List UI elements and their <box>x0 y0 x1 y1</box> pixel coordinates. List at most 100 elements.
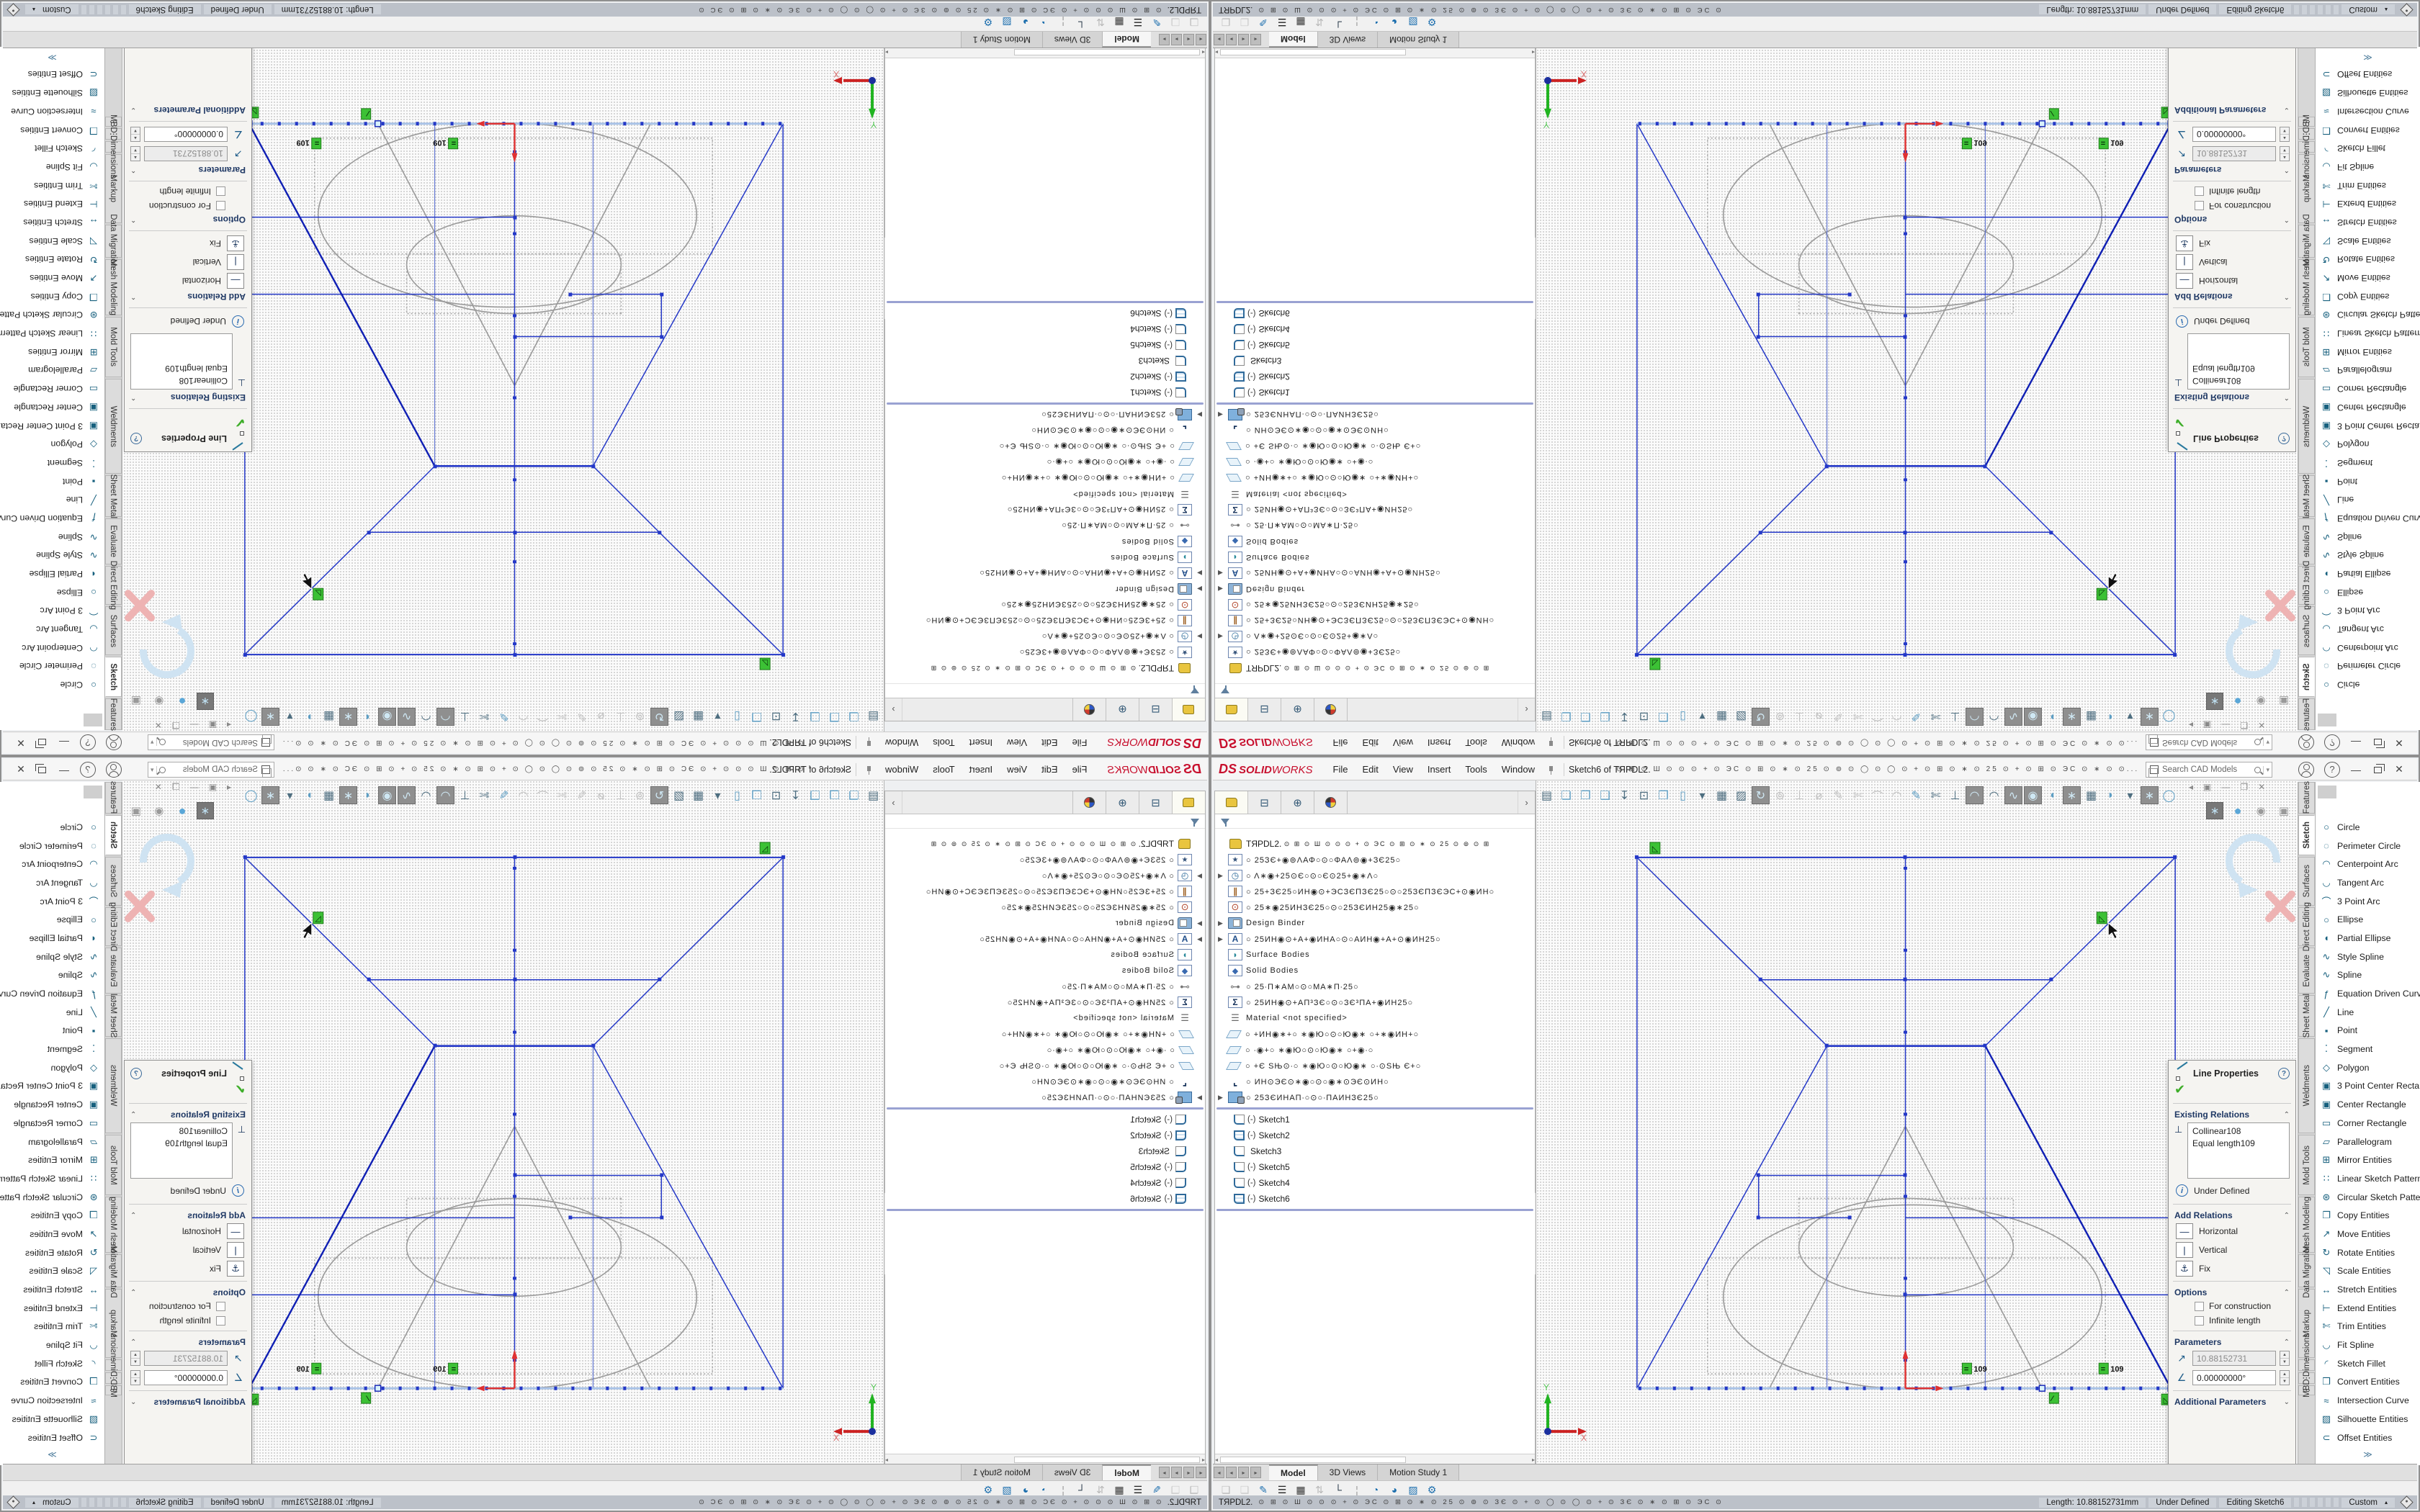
ellipse-small[interactable] <box>407 1198 622 1296</box>
pin-icon[interactable] <box>865 739 874 747</box>
bottom-toolbar-icon[interactable]: ⇅ <box>1312 1484 1327 1496</box>
tree-root-item[interactable]: ▶ TЯPDL2. ⊙ ⊞ ⊙ Ш ⊙ ⊙ ⊙ + ⊙ ЭС ⊙ ⊞ ⊙ ∗ ⊙… <box>885 660 1205 676</box>
tree-item[interactable]: ▶ ○ ИН⊙ЭЄ⊙∗◉○⊙○◉∗⊙ЭЄ⊙ИН○ <box>1215 1074 1535 1089</box>
command-tab[interactable]: MBD Dimensions <box>105 1359 122 1371</box>
tab-nav-button[interactable]: ◂ <box>1214 1467 1224 1478</box>
sketch-tool-item[interactable]: ⌒ 3 Point Arc <box>2316 892 2420 911</box>
sketch-tool-item[interactable]: ◹ Scale Entities <box>0 1262 104 1281</box>
sketch-tool-item[interactable]: ◠ Centerpoint Arc <box>2316 855 2420 873</box>
bottom-toolbar-icon[interactable]: ✎ <box>1150 1484 1164 1496</box>
parameters-header[interactable]: Parameters⌃ <box>125 163 251 178</box>
tree-sketch-item[interactable]: (-) Sketch2 <box>1215 1128 1535 1143</box>
tab-appearances[interactable] <box>1072 698 1106 721</box>
sketch-tool-item[interactable]: ◖ Partial Ellipse <box>0 564 104 583</box>
angle-spinner[interactable]: ▲▼ <box>130 127 140 142</box>
tree-item[interactable]: ▶ Design Binder <box>1215 581 1535 597</box>
sketch-tool-item[interactable]: ↔ Stretch Entities <box>2316 213 2420 232</box>
menu-item[interactable]: View <box>1000 764 1034 775</box>
tree-root-item[interactable]: ▶ TЯPDL2. ⊙ ⊞ ⊙ Ш ⊙ ⊙ ⊙ + ⊙ ЭС ⊙ ⊞ ⊙ ∗ ⊙… <box>885 836 1205 852</box>
scrollbar-thumb[interactable] <box>1014 50 1200 56</box>
tree-root-item[interactable]: ▶ TЯPDL2. ⊙ ⊞ ⊙ Ш ⊙ ⊙ ⊙ + ⊙ ЭС ⊙ ⊞ ⊙ ∗ ⊙… <box>1215 836 1535 852</box>
sketch-tool-item[interactable]: ╱ Line <box>2316 1003 2420 1022</box>
tab-nav-button[interactable]: ▸ <box>1159 34 1170 45</box>
bottom-toolbar-icon[interactable]: └ <box>1075 17 1089 28</box>
tab-feature-tree[interactable] <box>1172 698 1205 721</box>
tree-item[interactable]: ▶ ○ 25+ЗЄ25○ИН◉⊙+ЭСЗЄПЗЄ25○⊙○25ЗЄПЗЄЭС+⊙… <box>1215 613 1535 629</box>
scroll-left-icon[interactable]: ◂ <box>1202 1457 1205 1463</box>
tree-item[interactable]: ▶ Material <not specified> <box>885 1010 1205 1026</box>
sketch-tool-item[interactable]: ◇ Polygon <box>2316 435 2420 454</box>
angle-field[interactable]: 0.00000000° <box>144 127 228 142</box>
command-tab[interactable]: Surfaces <box>2298 857 2315 906</box>
sketch-tool-item[interactable]: ◖ Partial Ellipse <box>0 929 104 948</box>
help-icon[interactable]: ? <box>2324 762 2340 778</box>
cancel-sketch-icon[interactable] <box>128 593 151 618</box>
scroll-right-icon[interactable]: ▸ <box>1532 50 1535 56</box>
menu-item[interactable]: Edit <box>1355 764 1385 775</box>
additional-parameters-header[interactable]: Additional Parameters⌄ <box>125 1394 251 1408</box>
triangle-right-edge[interactable] <box>378 1127 515 1389</box>
sketch-tool-item[interactable]: ∿ Style Spline <box>2316 948 2420 966</box>
search-icon[interactable] <box>159 739 166 746</box>
document-tab[interactable]: Model <box>1102 32 1151 48</box>
sketch-tool-item[interactable]: ⌒ 3 Point Arc <box>0 892 104 911</box>
relation-badge-right[interactable]: ◺ <box>313 588 323 600</box>
command-tab[interactable]: Mold Tools <box>105 317 122 377</box>
checkbox[interactable] <box>2195 187 2204 197</box>
bottom-toolbar-icon[interactable]: ⚙ <box>1425 17 1439 29</box>
expand-arrow-icon[interactable]: ▶ <box>1192 411 1202 419</box>
tree-horizontal-scrollbar[interactable]: ◂ ▸ <box>1215 1454 1535 1464</box>
status-units-selector[interactable]: Custom▴ <box>2341 1498 2395 1508</box>
exit-sketch-icon[interactable] <box>162 614 182 631</box>
menu-item[interactable]: Tools <box>926 764 962 775</box>
relations-listbox[interactable]: Collinear108Equal length109 <box>2187 1122 2290 1179</box>
relation-badge-collinear-top[interactable]: ◺ <box>1650 842 1660 854</box>
help-icon[interactable]: ? <box>80 735 96 751</box>
sketch-tool-item[interactable]: ƒ Equation Driven Curve <box>0 984 104 1003</box>
sketch-tool-item[interactable]: ◜ Sketch Fillet <box>0 1354 104 1373</box>
sketch-tool-item[interactable]: ƒ Equation Driven Curve <box>2316 509 2420 528</box>
sketch-tool-item[interactable]: ⁚ Segment <box>2316 1040 2420 1058</box>
bottom-toolbar-icon[interactable]: ✎ <box>1256 17 1270 29</box>
more-tools-chevron[interactable]: ≫ <box>2316 53 2420 63</box>
rollback-bar[interactable] <box>1216 402 1533 405</box>
scrollbar-thumb[interactable] <box>1220 50 1406 56</box>
command-tab[interactable]: Evaluate <box>105 948 122 994</box>
tree-item[interactable]: ▶ ○ 25∗◉25ИНЗЄ25○⊙○25ЗЄИН25◉∗25○ <box>1215 597 1535 613</box>
expand-arrow-icon[interactable]: ▶ <box>1218 570 1228 577</box>
tree-item[interactable]: ▶ ○ ∙◉+○ ∗◉Ю○⊙○Ю◉∗ ○+◉∙○ <box>1215 454 1535 470</box>
search-icon[interactable] <box>159 767 166 773</box>
tree-horizontal-scrollbar[interactable]: ◂ ▸ <box>885 1454 1205 1464</box>
sketch-tool-item[interactable]: ◡ Tangent Arc <box>0 873 104 892</box>
sketch-tool-item[interactable]: ∿ Style Spline <box>0 546 104 565</box>
angle-spinner[interactable]: ▲▼ <box>2280 127 2290 142</box>
bottom-toolbar-icon[interactable]: ☰ <box>1275 17 1289 29</box>
document-tab[interactable]: Model <box>1269 1464 1318 1480</box>
tab-nav-button[interactable]: ▸ <box>1238 34 1249 45</box>
sketch-tool-item[interactable]: ╱ Line <box>0 1003 104 1022</box>
tab-nav-button[interactable]: ◂ <box>1183 1467 1194 1478</box>
expand-arrow-icon[interactable]: ▶ <box>1218 1094 1228 1102</box>
triangle-left-edge[interactable] <box>514 124 650 386</box>
document-tab[interactable]: Motion Study 1 <box>1378 32 1459 48</box>
equal-badge-left[interactable]: = 109 <box>433 138 457 149</box>
equal-badge-right[interactable]: = 109 <box>296 138 321 149</box>
left-leg-lower[interactable] <box>1761 980 1827 1046</box>
existing-relations-header[interactable]: Existing Relations⌃ <box>2169 1107 2295 1121</box>
relation-badge-collinear-top[interactable]: ◺ <box>760 658 770 670</box>
sketch-tool-item[interactable]: ∷ Linear Sketch Pattern <box>0 324 104 343</box>
scrollbar-thumb[interactable] <box>1014 1457 1200 1463</box>
sketch-tool-item[interactable]: ◌ Perimeter Circle <box>0 657 104 676</box>
bottom-toolbar-icon[interactable]: ⇅ <box>1093 17 1108 29</box>
bottom-toolbar-icon[interactable]: ◕ <box>1018 17 1033 28</box>
tree-item[interactable]: ▶ ○ 25ИН◉⊙+ΑП³ЗЄ○⊙○ЗЄ³ПΑ+◉ИН25○ <box>1215 502 1535 518</box>
tree-item[interactable]: ▶ Material <not specified> <box>885 486 1205 502</box>
tree-item[interactable]: ▶ ○ ИН⊙ЭЄ⊙∗◉○⊙○◉∗⊙ЭЄ⊙ИН○ <box>885 423 1205 438</box>
search-cad-models-box[interactable]: Search CAD Models ▾ <box>2146 762 2272 778</box>
tree-filter-row[interactable] <box>885 683 1205 698</box>
sketch-tool-item[interactable]: ▱ Parallelogram <box>2316 361 2420 380</box>
bottom-toolbar-icon[interactable]: ⇅ <box>1093 1484 1108 1496</box>
sketch-tool-item[interactable]: ▱ Parallelogram <box>2316 1133 2420 1151</box>
bottom-toolbar-icon[interactable]: ❏ <box>1168 17 1183 29</box>
sketch-tool-item[interactable]: ⊢ Extend Entities <box>0 194 104 213</box>
